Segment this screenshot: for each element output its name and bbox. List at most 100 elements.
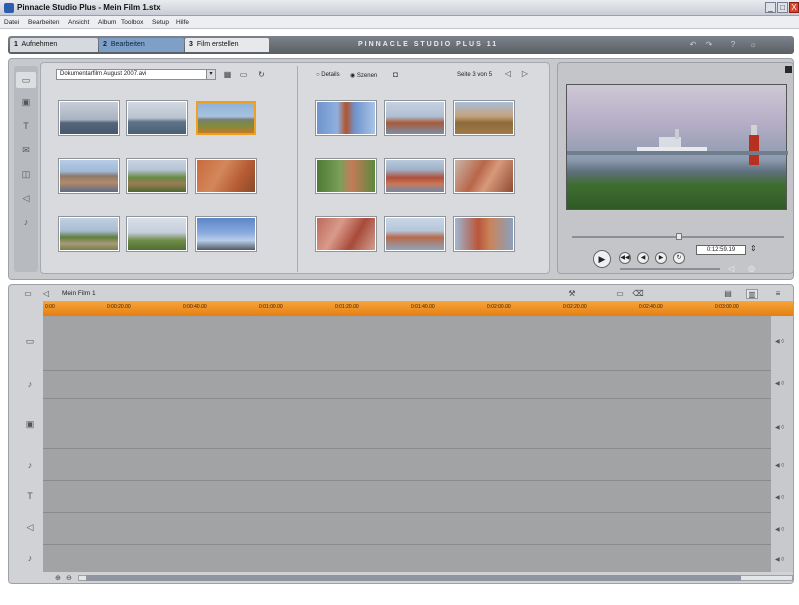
tab-bearbeiten[interactable]: 2 Bearbeiten (99, 38, 184, 52)
trash-icon[interactable]: ⌫ (632, 289, 644, 299)
ruler-tick: 0:00 (45, 304, 55, 310)
folder-icon[interactable]: ▭ (238, 69, 249, 80)
chevron-down-icon[interactable]: ▾ (206, 70, 215, 79)
maximize-button[interactable]: □ (777, 2, 788, 13)
video-scenes-icon[interactable]: ▭ (16, 72, 36, 88)
redo-icon[interactable]: ↷ (704, 40, 714, 50)
scene-thumbnail[interactable] (196, 159, 256, 193)
prev-page-icon[interactable]: ◁ (503, 69, 513, 79)
scene-thumbnail-selected[interactable] (196, 101, 256, 135)
titles-icon[interactable]: T (20, 120, 32, 132)
title-overlay-track-icon[interactable]: ▣ (23, 417, 37, 431)
step-forward-button[interactable]: ▶ (655, 252, 667, 264)
speaker-icon[interactable]: ◀ ◊ (775, 462, 784, 469)
title-track-icon[interactable]: T (23, 489, 37, 503)
ruler-tick: 0:00:40.00 (183, 304, 207, 310)
menu-bearbeiten[interactable]: Bearbeiten (28, 19, 59, 26)
scene-thumbnail[interactable] (385, 217, 445, 251)
jog-slider[interactable] (620, 268, 720, 270)
ruler-tick: 0:02:20.00 (563, 304, 587, 310)
sound-effects-icon[interactable]: ◁ (20, 192, 32, 204)
video-track-icon[interactable]: ▭ (23, 334, 37, 348)
player-detach-icon[interactable] (785, 66, 792, 73)
menu-setup[interactable]: Setup (152, 19, 169, 26)
music-track-icon[interactable]: ♪ (23, 551, 37, 565)
scene-thumbnail[interactable] (316, 101, 376, 135)
tab-aufnehmen[interactable]: 1 Aufnehmen (10, 38, 98, 52)
storyboard-view-icon[interactable]: ◁ (40, 289, 52, 299)
photos-icon[interactable]: ✉ (20, 144, 32, 156)
menu-toolbox[interactable]: Toolbox (121, 19, 143, 26)
menu-datei[interactable]: Datei (4, 19, 19, 26)
sound-effect-track-icon[interactable]: ◁ (23, 520, 37, 534)
speaker-icon[interactable]: ◀ ◊ (775, 380, 784, 387)
video-preview (566, 84, 788, 210)
preview-scene-ship (567, 125, 788, 165)
step-back-button[interactable]: ◀ (637, 252, 649, 264)
scenes-radio[interactable]: ◉ Szenen (350, 72, 377, 79)
scene-thumbnail[interactable] (59, 217, 119, 251)
camera-icon[interactable]: ◘ (390, 69, 401, 80)
rewind-button[interactable]: ◀◀ (619, 252, 631, 264)
volume-icon[interactable]: ◁ (728, 264, 734, 273)
zoom-out-icon[interactable]: ⊖ (66, 574, 72, 582)
menu-album[interactable]: Album (98, 19, 116, 26)
scene-thumbnail[interactable] (127, 217, 187, 251)
help-icon[interactable]: ? (728, 40, 738, 50)
speaker-icon[interactable]: ◀ ◊ (775, 556, 784, 563)
scene-thumbnail[interactable] (454, 101, 514, 135)
scene-thumbnail[interactable] (454, 217, 514, 251)
undo-icon[interactable]: ↶ (688, 40, 698, 50)
source-file-dropdown[interactable]: Dokumentarfilm August 2007.avi ▾ (56, 69, 216, 80)
speaker-icon[interactable]: ◀ ◊ (775, 494, 784, 501)
menu-hilfe[interactable]: Hilfe (176, 19, 189, 26)
timeline-view-icon[interactable]: ▭ (22, 289, 34, 299)
menu-ansicht[interactable]: Ansicht (68, 19, 89, 26)
timeline-mode-icon[interactable]: ▥ (746, 289, 758, 299)
tab-number: 3 (189, 41, 193, 48)
scene-thumbnail[interactable] (385, 159, 445, 193)
scene-thumbnail[interactable] (316, 159, 376, 193)
overlay-audio-track-icon[interactable]: ♪ (23, 458, 37, 472)
scene-thumbnail[interactable] (316, 217, 376, 251)
music-icon[interactable]: ♪ (20, 216, 32, 228)
loop-button[interactable]: ↻ (673, 252, 685, 264)
scrubber-handle[interactable] (676, 233, 682, 240)
scene-thumbnail[interactable] (127, 101, 187, 135)
play-button[interactable]: ▶ (593, 250, 611, 268)
film-folder-icon[interactable]: ▦ (222, 69, 233, 80)
scenes-label: Szenen (356, 73, 378, 79)
details-radio[interactable]: ○ Details (316, 72, 340, 78)
scene-thumbnail[interactable] (59, 159, 119, 193)
bulb-icon[interactable]: ☼ (748, 40, 758, 50)
tab-film-erstellen[interactable]: 3 Film erstellen (185, 38, 269, 52)
disc-menus-icon[interactable]: ◫ (20, 168, 32, 180)
close-button[interactable]: X (789, 2, 799, 13)
next-page-icon[interactable]: ▷ (520, 69, 530, 79)
timecode-field[interactable]: 0:12:59.19 (696, 245, 746, 255)
scene-thumbnail[interactable] (59, 101, 119, 135)
delete-clip-icon[interactable]: ▭ (614, 289, 626, 299)
transitions-icon[interactable]: ▣ (20, 96, 32, 108)
timecode-spinner-icon[interactable]: ⇕ (750, 244, 757, 253)
timeline-scroll-thumb[interactable] (86, 575, 741, 581)
text-list-mode-icon[interactable]: ≡ (772, 289, 784, 299)
scene-thumbnail[interactable] (385, 101, 445, 135)
scene-thumbnail[interactable] (196, 217, 256, 251)
ruler-tick: 0:03:00.00 (715, 304, 739, 310)
zoom-in-icon[interactable]: ⊕ (55, 574, 61, 582)
fullscreen-icon[interactable]: ◎ (748, 264, 755, 273)
split-clip-icon[interactable]: ⚒ (566, 289, 578, 299)
scene-thumbnail[interactable] (127, 159, 187, 193)
minimize-button[interactable]: _ (765, 2, 776, 13)
refresh-icon[interactable]: ↻ (256, 69, 267, 80)
original-audio-track-icon[interactable]: ♪ (23, 377, 37, 391)
speaker-icon[interactable]: ◀ ◊ (775, 424, 784, 431)
ruler-tick: 0:01:40.00 (411, 304, 435, 310)
timeline-tracks[interactable] (43, 316, 771, 572)
speaker-icon[interactable]: ◀ ◊ (775, 526, 784, 533)
storyboard-mode-icon[interactable]: ▤ (722, 289, 734, 299)
speaker-icon[interactable]: ◀ ◊ (775, 338, 784, 345)
scene-thumbnail[interactable] (454, 159, 514, 193)
timeline-ruler[interactable]: 0:00 0:00:20.00 0:00:40.00 0:01:00.00 0:… (43, 301, 793, 316)
